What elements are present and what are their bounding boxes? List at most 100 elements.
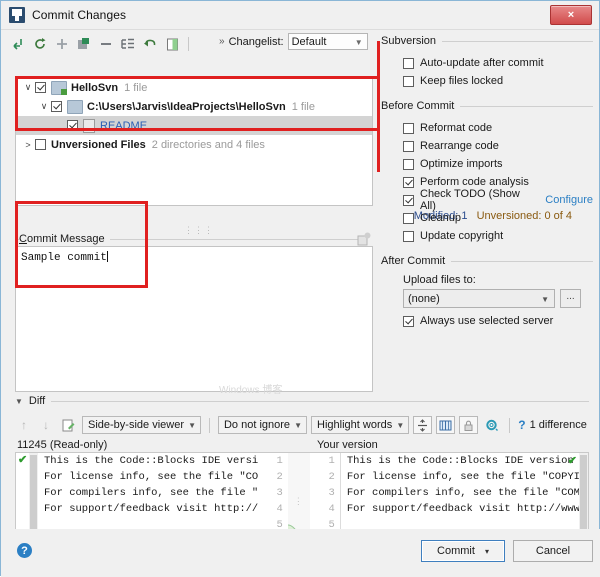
chevron-down-icon[interactable]: ∨	[37, 101, 51, 112]
option-label: Auto-update after commit	[420, 57, 544, 69]
option-reformat-code[interactable]: Reformat code	[381, 119, 593, 137]
scrollbar-thumb[interactable]	[580, 455, 587, 529]
chevron-right-icon[interactable]: >	[21, 140, 35, 150]
tree-node-label: Unversioned Files	[51, 139, 146, 151]
refresh-changes-icon[interactable]	[7, 34, 29, 54]
idea-app-icon	[9, 7, 25, 23]
checkbox[interactable]	[403, 123, 414, 134]
tree-node-label[interactable]: README	[100, 120, 147, 132]
tree-row[interactable]: ∨ HelloSvn 1 file	[16, 78, 372, 97]
commit-message-label-rest: ommit Message	[27, 233, 105, 245]
cancel-button[interactable]: Cancel	[513, 540, 593, 562]
diff-section-header[interactable]: ▼ Diff	[15, 395, 589, 407]
highlight-mode-value: Highlight words	[317, 419, 392, 431]
splitter-handle[interactable]: ⋮	[294, 497, 303, 507]
checkbox[interactable]	[403, 195, 414, 206]
tree-checkbox[interactable]	[35, 139, 46, 150]
folder-icon	[67, 100, 83, 114]
configure-link[interactable]: Configure	[545, 194, 593, 206]
checkbox[interactable]	[403, 316, 414, 327]
commit-message-input[interactable]: Sample commit	[15, 246, 373, 392]
edit-source-icon[interactable]	[59, 416, 78, 434]
option-always-use-selected-server[interactable]: Always use selected server	[381, 312, 593, 330]
option-check-todo[interactable]: Check TODO (Show All) Configure	[381, 191, 593, 209]
line-number: 2	[258, 469, 283, 485]
tree-row[interactable]: ∨ C:\Users\Jarvis\IdeaProjects\HelloSvn …	[16, 97, 372, 116]
group-by-icon[interactable]	[117, 34, 139, 54]
help-icon[interactable]: ?	[17, 543, 32, 558]
tree-node-meta: 1 file	[292, 101, 315, 113]
difference-count: 1 difference	[530, 419, 587, 431]
whitespace-mode-value: Do not ignore	[224, 419, 290, 431]
option-rearrange-code[interactable]: Rearrange code	[381, 137, 593, 155]
gear-icon[interactable]	[482, 416, 501, 434]
option-auto-update-after-commit[interactable]: Auto-update after commit	[381, 54, 593, 72]
checkbox[interactable]	[403, 231, 414, 242]
diff-right-title: Your version	[317, 439, 378, 451]
remove-changelist-icon[interactable]	[95, 34, 117, 54]
checkbox[interactable]	[403, 159, 414, 170]
checkbox[interactable]	[403, 213, 414, 224]
move-to-changelist-icon[interactable]	[73, 34, 95, 54]
tree-row[interactable]: > Unversioned Files 2 directories and 4 …	[16, 135, 372, 154]
previous-difference-icon[interactable]: ↑	[15, 418, 33, 432]
upload-server-dropdown[interactable]: (none) ▼	[403, 289, 555, 308]
option-update-copyright[interactable]: Update copyright	[381, 227, 593, 245]
rollback-icon[interactable]	[29, 34, 51, 54]
checkbox[interactable]	[403, 177, 414, 188]
checkbox[interactable]	[403, 76, 414, 87]
whitespace-mode-dropdown[interactable]: Do not ignore ▼	[218, 416, 307, 434]
add-changelist-icon[interactable]	[51, 34, 73, 54]
text-caret	[107, 251, 108, 262]
revert-icon[interactable]	[139, 34, 161, 54]
next-difference-icon[interactable]: ↓	[37, 418, 55, 432]
group-rule	[451, 261, 593, 262]
chevron-down-icon: ▼	[396, 421, 404, 430]
chevron-down-icon[interactable]: ∨	[21, 82, 35, 93]
diff-line: For license info, see the file "COPYI	[341, 469, 579, 485]
viewer-mode-value: Side-by-side viewer	[88, 419, 184, 431]
option-keep-files-locked[interactable]: Keep files locked	[381, 72, 593, 90]
line-number: 4	[258, 501, 283, 517]
diff-line: This is the Code::Blocks IDE versio	[38, 453, 258, 469]
question-icon[interactable]: ?	[518, 418, 525, 432]
tree-row[interactable]: README	[16, 116, 372, 135]
upload-files-control: (none) ▼ ...	[381, 289, 593, 308]
group-title: Subversion	[381, 35, 593, 47]
option-label: Rearrange code	[420, 140, 499, 152]
highlight-mode-dropdown[interactable]: Highlight words ▼	[311, 416, 409, 434]
insert-message-icon[interactable]	[357, 232, 371, 246]
window-title: Commit Changes	[32, 8, 126, 22]
read-only-lock-icon[interactable]	[459, 416, 478, 434]
line-number: 3	[310, 485, 335, 501]
changes-tree[interactable]: ∨ HelloSvn 1 file ∨ C:\Users\Jarvis\Idea…	[15, 77, 373, 206]
tree-checkbox[interactable]	[35, 82, 46, 93]
collapse-unchanged-icon[interactable]	[413, 416, 432, 434]
browse-servers-button[interactable]: ...	[560, 289, 581, 308]
chevron-expand-icon[interactable]: »	[219, 36, 225, 47]
commit-options-panel: Subversion Auto-update after commit Keep…	[381, 35, 593, 395]
close-icon[interactable]: ×	[550, 5, 592, 25]
option-optimize-imports[interactable]: Optimize imports	[381, 155, 593, 173]
chevron-down-icon[interactable]: ▼	[15, 397, 23, 406]
dialog-body: » Changelist: Default ▼ ∨ HelloSvn 1 fil…	[1, 29, 600, 577]
changelist-dropdown[interactable]: Default ▼	[288, 33, 368, 50]
tree-checkbox[interactable]	[67, 120, 78, 131]
commit-button[interactable]: Commit ▾	[421, 540, 505, 562]
toolbar-divider	[209, 418, 210, 433]
commit-message-text: Sample commit	[21, 251, 372, 264]
option-label: Perform code analysis	[420, 176, 529, 188]
group-title: After Commit	[381, 255, 593, 267]
chevron-down-icon[interactable]: ▾	[485, 547, 489, 556]
checkbox[interactable]	[403, 141, 414, 152]
viewer-mode-dropdown[interactable]: Side-by-side viewer ▼	[82, 416, 201, 434]
synchronize-icon[interactable]	[436, 416, 455, 434]
line-number: 2	[310, 469, 335, 485]
tree-checkbox[interactable]	[51, 101, 62, 112]
tree-node-label: C:\Users\Jarvis\IdeaProjects\HelloSvn	[87, 101, 286, 113]
checkbox[interactable]	[403, 58, 414, 69]
commit-button-label: Commit	[437, 545, 475, 557]
splitter-handle[interactable]: ⋮⋮⋮	[184, 225, 214, 236]
show-diff-icon[interactable]	[161, 34, 183, 54]
scrollbar-thumb[interactable]	[30, 455, 37, 529]
